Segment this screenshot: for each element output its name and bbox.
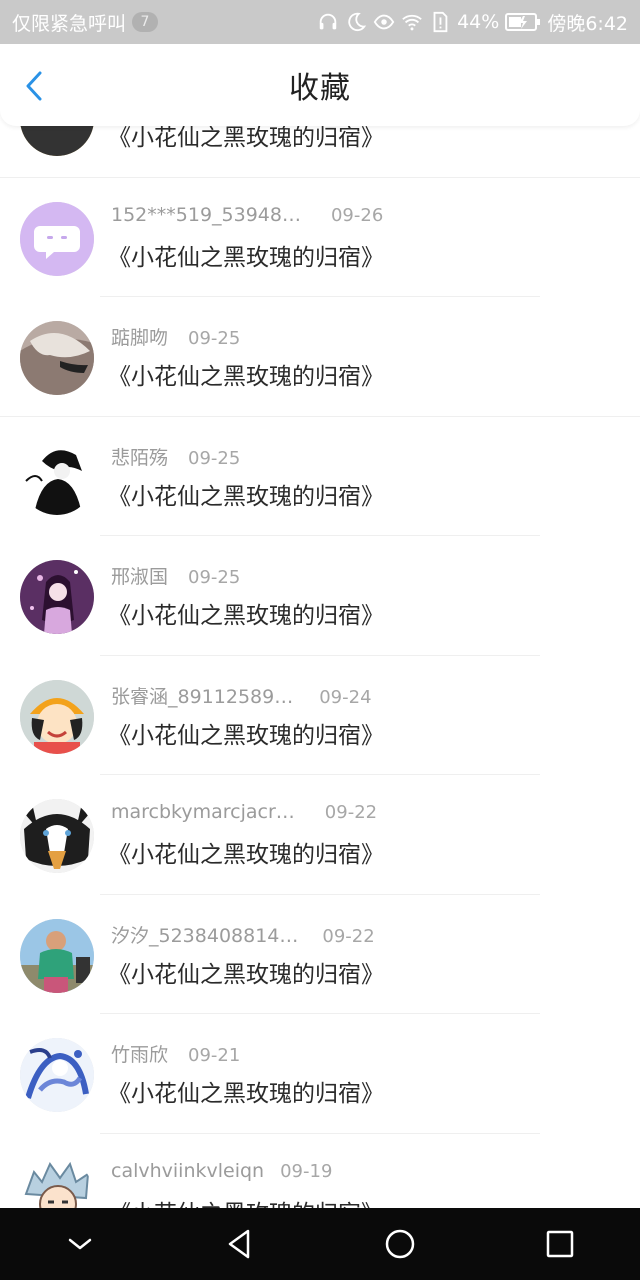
user-name[interactable]: 邢淑国 <box>111 562 168 589</box>
avatar[interactable] <box>20 1038 94 1112</box>
back-button[interactable] <box>18 70 50 102</box>
list-item[interactable]: 152***519_53948… 09-26 《小花仙之黑玫瑰的归宿》 <box>0 178 640 297</box>
avatar[interactable] <box>20 440 94 515</box>
book-title[interactable]: 《小花仙之黑玫瑰的归宿》 <box>108 955 384 989</box>
nav-recents-button[interactable] <box>530 1214 590 1274</box>
user-name[interactable]: calvhviinkvleiqn <box>111 1160 264 1182</box>
user-name[interactable]: 悲陌殇 <box>111 443 168 470</box>
book-title[interactable]: 《小花仙之黑玫瑰的归宿》 <box>108 596 384 630</box>
user-name[interactable]: 竹雨欣 <box>111 1040 168 1067</box>
favorite-date: 09-25 <box>188 567 241 588</box>
list-item[interactable]: 张睿涵_89112589… 09-24 《小花仙之黑玫瑰的归宿》 <box>0 656 640 775</box>
status-right: 44% 傍晚6:42 <box>317 9 628 36</box>
avatar[interactable] <box>20 679 94 754</box>
notification-count-badge: 7 <box>132 12 159 32</box>
moon-icon <box>345 11 367 33</box>
system-nav-bar <box>0 1208 640 1280</box>
chevron-down-icon <box>68 1238 92 1250</box>
hide-nav-button[interactable] <box>50 1214 110 1274</box>
page-title: 收藏 <box>289 71 351 106</box>
list-item[interactable]: 踮脚吻 09-25 《小花仙之黑玫瑰的归宿》 <box>0 297 640 417</box>
avatar[interactable] <box>20 918 94 993</box>
book-title[interactable]: 《小花仙之黑玫瑰的归宿》 <box>108 716 384 750</box>
user-name[interactable]: 踮脚吻 <box>111 323 168 350</box>
recents-square-icon <box>546 1230 574 1258</box>
list-item[interactable]: 邢淑国 09-25 《小花仙之黑玫瑰的归宿》 <box>0 536 640 656</box>
favorite-date: 09-19 <box>280 1160 333 1182</box>
eye-icon <box>373 11 395 33</box>
favorite-date: 09-22 <box>324 802 378 823</box>
item-meta: calvhviinkvleiqn 09-19 <box>111 1160 332 1182</box>
item-meta: 踮脚吻 09-25 <box>111 323 240 350</box>
favorite-date: 09-26 <box>330 204 384 226</box>
favorite-date: 09-25 <box>188 447 241 469</box>
item-meta: 152***519_53948… 09-26 <box>111 204 383 226</box>
item-meta: 悲陌殇 09-25 <box>111 443 240 470</box>
user-name[interactable]: marcbkymarcjacr… <box>111 801 295 823</box>
user-name[interactable]: 152***519_53948… <box>111 204 301 226</box>
chat-bubble-avatar[interactable] <box>20 201 94 276</box>
list-item[interactable]: 汐汐_5238408814… 09-22 《小花仙之黑玫瑰的归宿》 <box>0 895 640 1014</box>
book-title[interactable]: 《小花仙之黑玫瑰的归宿》 <box>108 835 384 869</box>
item-meta: 张睿涵_89112589… 09-24 <box>111 682 372 709</box>
chevron-left-icon <box>26 71 42 101</box>
item-meta: 邢淑国 09-25 <box>111 562 240 589</box>
item-meta: 竹雨欣 09-21 <box>111 1040 240 1067</box>
app-header: 收藏 <box>0 44 640 126</box>
list-item[interactable]: 悲陌殇 09-25 《小花仙之黑玫瑰的归宿》 <box>0 417 640 536</box>
battery-percent: 44% <box>457 11 500 33</box>
sim-alert-icon <box>429 11 451 33</box>
nav-back-button[interactable] <box>210 1214 270 1274</box>
favorite-date: 09-25 <box>188 328 241 349</box>
headset-icon <box>317 11 339 33</box>
list-item[interactable]: marcbkymarcjacr… 09-22 《小花仙之黑玫瑰的归宿》 <box>0 775 640 895</box>
avatar <box>20 126 94 156</box>
avatar[interactable] <box>20 1157 94 1208</box>
book-title[interactable]: 《小花仙之黑玫瑰的归宿》 <box>108 477 384 511</box>
book-title[interactable]: 《小花仙之黑玫瑰的归宿》 <box>108 1194 384 1209</box>
list-item[interactable]: 《小花仙之黑玫瑰的归宿》 <box>0 126 640 178</box>
user-name[interactable]: 张睿涵_89112589… <box>111 682 293 709</box>
list-item[interactable]: calvhviinkvleiqn 09-19 《小花仙之黑玫瑰的归宿》 <box>0 1134 640 1209</box>
list-item[interactable]: 竹雨欣 09-21 《小花仙之黑玫瑰的归宿》 <box>0 1014 640 1134</box>
carrier-text: 仅限紧急呼叫 <box>12 12 127 35</box>
status-left: 仅限紧急呼叫 7 <box>12 9 159 36</box>
book-title[interactable]: 《小花仙之黑玫瑰的归宿》 <box>108 357 384 391</box>
status-bar: 仅限紧急呼叫 7 44% 傍晚6:42 <box>0 0 640 44</box>
user-name[interactable]: 汐汐_5238408814… <box>111 921 298 948</box>
item-meta: 汐汐_5238408814… 09-22 <box>111 921 375 948</box>
wifi-icon <box>401 11 423 33</box>
battery-icon <box>505 11 541 33</box>
clock: 傍晚6:42 <box>547 12 628 35</box>
favorite-date: 09-24 <box>319 686 372 708</box>
favorite-date: 09-22 <box>322 925 375 947</box>
favorites-list: 《小花仙之黑玫瑰的归宿》 152***519_53948… 09-26 《小花仙… <box>0 126 640 1208</box>
favorite-date: 09-21 <box>188 1045 241 1066</box>
back-triangle-icon <box>228 1229 250 1259</box>
book-title[interactable]: 《小花仙之黑玫瑰的归宿》 <box>108 1074 384 1108</box>
item-meta: marcbkymarcjacr… 09-22 <box>111 801 377 823</box>
avatar[interactable] <box>20 799 94 873</box>
home-circle-icon <box>385 1229 415 1259</box>
favorites-list-viewport[interactable]: 《小花仙之黑玫瑰的归宿》 152***519_53948… 09-26 《小花仙… <box>0 126 640 1208</box>
avatar[interactable] <box>20 560 94 634</box>
nav-home-button[interactable] <box>370 1214 430 1274</box>
book-title[interactable]: 《小花仙之黑玫瑰的归宿》 <box>108 238 384 272</box>
avatar[interactable] <box>20 321 94 395</box>
book-title[interactable]: 《小花仙之黑玫瑰的归宿》 <box>108 126 384 152</box>
